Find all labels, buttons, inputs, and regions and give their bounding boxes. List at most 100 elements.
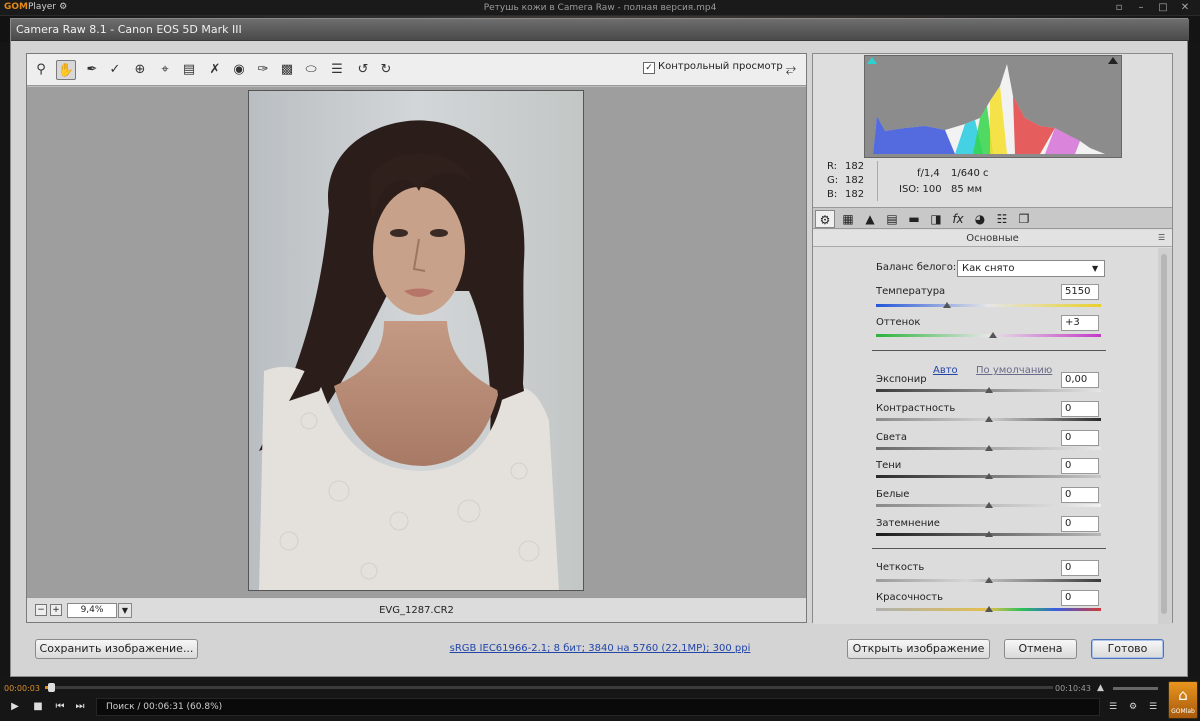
slider-label: Экспониp: [876, 374, 927, 385]
preferences-icon[interactable]: ☰: [327, 60, 347, 80]
histogram: [864, 55, 1122, 158]
clarity-field[interactable]: 0: [1061, 560, 1099, 576]
graduated-filter-icon[interactable]: ▩: [277, 60, 297, 80]
temperature-slider[interactable]: [876, 304, 1101, 307]
adjustments-panel: R: 182 G: 182 B: 182 f/1,4 1/640 с ISO: …: [812, 53, 1173, 624]
tint-field[interactable]: +3: [1061, 315, 1099, 331]
slider-label: Света: [876, 432, 907, 443]
white-balance-select[interactable]: Как снято ▼: [957, 260, 1105, 277]
r-label: R:: [827, 161, 838, 172]
adjustment-brush-icon[interactable]: ✑: [253, 60, 273, 80]
slider-value-field[interactable]: 0: [1061, 458, 1099, 474]
gomlab-button[interactable]: ⌂ GOMlab: [1168, 681, 1198, 719]
portrait-photo[interactable]: [248, 90, 584, 591]
temperature-field[interactable]: 5150: [1061, 284, 1099, 300]
tab-presets-icon[interactable]: ☷: [992, 210, 1012, 228]
volume-slider[interactable]: [1113, 687, 1158, 690]
seek-knob[interactable]: [48, 683, 56, 692]
stop-icon[interactable]: ■: [31, 700, 45, 714]
tab-effects-icon[interactable]: fx: [948, 210, 968, 228]
b-value: 182: [845, 189, 865, 200]
slider-knob[interactable]: [985, 387, 993, 393]
slider-value-field[interactable]: 0: [1061, 516, 1099, 532]
radial-filter-icon[interactable]: ⬭: [301, 60, 321, 80]
g-value: 182: [845, 175, 865, 186]
slider-label: Контрастность: [876, 403, 956, 414]
basic-settings: Баланс белого: Как снято ▼ Температура 5…: [813, 248, 1158, 624]
auto-link[interactable]: Авто: [933, 365, 958, 376]
tab-hsl-icon[interactable]: ▤: [882, 210, 902, 228]
panel-scrollbar[interactable]: [1158, 248, 1172, 624]
fullscreen-icon[interactable]: ⥂: [781, 60, 801, 80]
slider-knob[interactable]: [985, 473, 993, 479]
playlist-icon[interactable]: ☰: [1106, 700, 1120, 714]
targeted-adjustment-icon[interactable]: ⊕: [130, 60, 150, 80]
slider-knob[interactable]: [985, 416, 993, 422]
rotate-left-icon[interactable]: ↺: [353, 60, 373, 80]
slider-label: Затемнение: [876, 518, 940, 529]
shutter-speed: 1/640 с: [951, 168, 989, 179]
done-button[interactable]: Готово: [1091, 639, 1164, 659]
straighten-tool-icon[interactable]: ▤: [179, 60, 199, 80]
panel-menu-icon[interactable]: ☰: [1158, 233, 1165, 242]
close-icon[interactable]: ✕: [1178, 1, 1192, 14]
white-balance-tool-icon[interactable]: ✒: [82, 60, 102, 80]
tab-camera-calibration-icon[interactable]: ◕: [970, 210, 990, 228]
r-value: 182: [845, 161, 865, 172]
tab-split-toning-icon[interactable]: ▬: [904, 210, 924, 228]
preview-statusbar: − + 9,4% ▼ EVG_1287.CR2: [27, 597, 806, 622]
preview-label: Контрольный просмотр: [658, 61, 783, 72]
tab-tone-curve-icon[interactable]: ▦: [838, 210, 858, 228]
slider-label: Тени: [876, 460, 902, 471]
crop-tool-icon[interactable]: ⌖: [155, 60, 175, 80]
temperature-slider-knob[interactable]: [943, 302, 951, 308]
slider-value-field[interactable]: 0,00: [1061, 372, 1099, 388]
vibrance-field[interactable]: 0: [1061, 590, 1099, 606]
rotate-right-icon[interactable]: ↻: [376, 60, 396, 80]
slider-knob[interactable]: [985, 445, 993, 451]
play-icon[interactable]: ▶: [8, 700, 22, 714]
tab-basic-icon[interactable]: ⚙: [815, 210, 835, 228]
slider-value-field[interactable]: 0: [1061, 487, 1099, 503]
scrollbar-thumb[interactable]: [1161, 254, 1167, 614]
current-time: 00:00:03: [4, 684, 40, 693]
image-canvas[interactable]: [27, 87, 806, 597]
section-title: Основные: [966, 233, 1019, 244]
slider-value-field[interactable]: 0: [1061, 430, 1099, 446]
red-eye-icon[interactable]: ◉: [229, 60, 249, 80]
shadow-clipping-icon[interactable]: [867, 57, 877, 64]
cancel-button[interactable]: Отмена: [1004, 639, 1077, 659]
clarity-slider-knob[interactable]: [985, 577, 993, 583]
preview-checkbox[interactable]: ✓: [643, 62, 655, 74]
vibrance-slider-knob[interactable]: [985, 606, 993, 612]
slider-knob[interactable]: [985, 502, 993, 508]
maximize-icon[interactable]: □: [1156, 1, 1170, 14]
highlight-clipping-icon[interactable]: [1108, 57, 1118, 64]
minimize-icon[interactable]: –: [1134, 1, 1148, 14]
focal-length: 85 мм: [951, 184, 982, 195]
slider-label: Белые: [876, 489, 910, 500]
default-link[interactable]: По умолчанию: [976, 365, 1052, 376]
tab-snapshots-icon[interactable]: ❐: [1014, 210, 1034, 228]
preferences-menu-icon[interactable]: ☰: [1146, 700, 1160, 714]
open-image-button[interactable]: Открыть изображение: [847, 639, 990, 659]
slider-knob[interactable]: [985, 531, 993, 537]
previous-icon[interactable]: ⏮: [53, 700, 67, 714]
hand-tool-icon[interactable]: ✋: [56, 60, 76, 80]
control-panel-icon[interactable]: ⚙: [1126, 700, 1140, 714]
g-label: G:: [827, 175, 839, 186]
tint-slider-knob[interactable]: [989, 332, 997, 338]
info-separator: [877, 161, 878, 201]
next-icon[interactable]: ⏭: [73, 700, 87, 714]
tab-lens-icon[interactable]: ◨: [926, 210, 946, 228]
section-header: Основные ☰: [813, 230, 1172, 247]
minimize-mini-icon[interactable]: ▫: [1112, 1, 1126, 14]
tab-detail-icon[interactable]: ▲: [860, 210, 880, 228]
seek-bar[interactable]: [45, 683, 1053, 692]
color-sampler-tool-icon[interactable]: ✓: [105, 60, 125, 80]
clarity-label: Четкость: [876, 562, 925, 573]
zoom-tool-icon[interactable]: ⚲: [31, 60, 51, 80]
slider-value-field[interactable]: 0: [1061, 401, 1099, 417]
spot-removal-icon[interactable]: ✗: [205, 60, 225, 80]
volume-icon[interactable]: ▲: [1097, 683, 1104, 693]
